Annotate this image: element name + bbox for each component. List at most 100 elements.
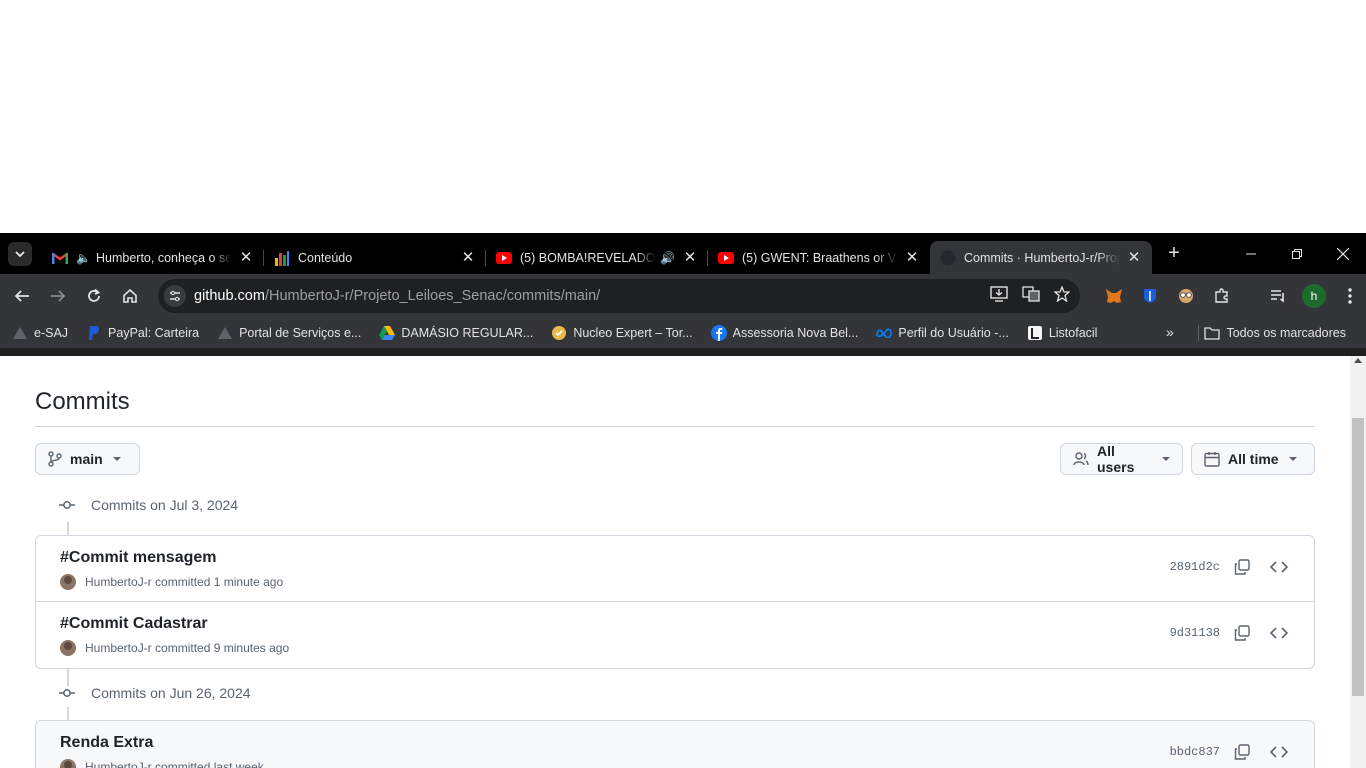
reading-list-icon[interactable]	[1260, 279, 1296, 313]
tab-github-commits[interactable]: Commits · HumbertoJ-r/Proj ✕	[930, 241, 1152, 274]
window-controls	[1228, 233, 1366, 274]
code-browse-icon[interactable]	[1269, 559, 1290, 577]
users-filter-button[interactable]: All users	[1060, 443, 1183, 475]
commit-group-heading: Commits on Jul 3, 2024	[59, 497, 238, 513]
all-bookmarks[interactable]: Todos os marcadores	[1204, 318, 1346, 348]
bookmark-damasio[interactable]: DAMÁSIO REGULAR...	[379, 325, 533, 341]
chart-bars-icon	[274, 250, 290, 266]
extension-face-icon[interactable]	[1168, 279, 1204, 313]
url-text[interactable]: github.com/HumbertoJ-r/Projeto_Leiloes_S…	[194, 288, 600, 304]
install-app-icon[interactable]	[990, 286, 1008, 306]
bookmark-nucleo[interactable]: Nucleo Expert – Tor...	[551, 325, 693, 341]
tab-youtube-2[interactable]: (5) GWENT: Braathens or Vig ✕	[708, 241, 930, 274]
reload-button[interactable]	[76, 278, 112, 314]
bookmark-perfil[interactable]: Perfil do Usuário -...	[876, 325, 1009, 341]
commit-verb: committed	[155, 760, 211, 768]
bookmarks-bar: e-SAJ PayPal: Carteira Portal de Serviço…	[0, 318, 1366, 348]
facebook-icon	[710, 325, 727, 341]
more-bookmarks-icon[interactable]: »	[1166, 324, 1174, 340]
author-link[interactable]: HumbertoJ-r	[85, 641, 152, 655]
timeline-line	[67, 522, 69, 536]
tab-strip: 🔈 Humberto, conheça o se ✕ Conteúdo ✕ (5…	[0, 233, 1366, 274]
branch-selector-button[interactable]: main	[35, 443, 140, 475]
bookmark-esaj[interactable]: e-SAJ	[12, 325, 68, 341]
new-tab-button[interactable]: +	[1160, 240, 1188, 268]
menu-kebab-icon[interactable]	[1332, 279, 1366, 313]
close-icon[interactable]: ✕	[682, 249, 698, 266]
caret-down-icon	[1288, 457, 1297, 461]
close-window-button[interactable]	[1320, 233, 1366, 274]
youtube-icon	[496, 250, 512, 266]
close-icon[interactable]: ✕	[238, 249, 254, 266]
commit-message-link[interactable]: Renda Extra	[60, 734, 153, 752]
commit-sha-link[interactable]: 9d31138	[1170, 626, 1220, 640]
commit-row[interactable]: #Commit mensagem HumbertoJ-r committed 1…	[36, 536, 1314, 602]
avatar[interactable]	[60, 574, 76, 590]
tab-title: Commits · HumbertoJ-r/Proj	[964, 250, 1120, 265]
extensions-puzzle-icon[interactable]	[1204, 279, 1240, 313]
commit-meta: HumbertoJ-r committed 9 minutes ago	[60, 640, 289, 656]
bookmark-star-icon[interactable]	[1053, 285, 1071, 306]
close-icon[interactable]: ✕	[460, 249, 476, 266]
copy-icon[interactable]	[1234, 559, 1252, 577]
avatar[interactable]	[60, 640, 76, 656]
back-button[interactable]	[4, 278, 40, 314]
tab-title: (5) GWENT: Braathens or Vig	[742, 250, 898, 265]
chevron-down-icon	[15, 250, 25, 257]
home-button[interactable]	[112, 278, 148, 314]
tab-search-button[interactable]	[8, 241, 32, 266]
commit-sha-link[interactable]: bbdc837	[1170, 745, 1220, 759]
extensions-area: h	[1096, 279, 1366, 313]
tab-conteudo[interactable]: Conteúdo ✕	[264, 241, 486, 274]
author-link[interactable]: HumbertoJ-r	[85, 760, 152, 768]
avatar[interactable]	[60, 759, 76, 768]
bookmark-label: e-SAJ	[34, 326, 69, 340]
bookmark-assessoria[interactable]: Assessoria Nova Bel...	[710, 325, 858, 341]
code-browse-icon[interactable]	[1269, 625, 1290, 643]
tab-gmail[interactable]: 🔈 Humberto, conheça o se ✕	[42, 241, 264, 274]
commit-time: 1 minute ago	[213, 575, 284, 589]
speaker-icon[interactable]: 🔊	[660, 251, 676, 265]
code-browse-icon[interactable]	[1269, 744, 1290, 762]
copy-icon[interactable]	[1234, 625, 1252, 643]
address-bar[interactable]: github.com/HumbertoJ-r/Projeto_Leiloes_S…	[158, 279, 1080, 313]
commit-row[interactable]: Renda Extra HumbertoJ-r committed last w…	[36, 721, 1314, 768]
meta-icon	[876, 325, 893, 341]
author-link[interactable]: HumbertoJ-r	[85, 575, 152, 589]
restore-button[interactable]	[1274, 233, 1320, 274]
profile-avatar[interactable]: h	[1302, 284, 1326, 308]
commit-sha-link[interactable]: 2891d2c	[1170, 560, 1220, 574]
triangle-icon	[12, 325, 28, 341]
close-icon[interactable]: ✕	[1126, 249, 1142, 266]
google-drive-icon	[379, 325, 396, 341]
youtube-icon	[718, 250, 734, 266]
bookmark-portal[interactable]: Portal de Serviços e...	[217, 325, 361, 341]
commit-list: #Commit mensagem HumbertoJ-r committed 1…	[35, 535, 1315, 669]
copy-icon[interactable]	[1234, 744, 1252, 762]
browser-toolbar: github.com/HumbertoJ-r/Projeto_Leiloes_S…	[0, 274, 1366, 318]
minimize-button[interactable]	[1228, 233, 1274, 274]
toolbar-shadow	[0, 348, 1366, 356]
scroll-up-arrow-icon[interactable]	[1354, 358, 1362, 363]
commit-row[interactable]: #Commit Cadastrar HumbertoJ-r committed …	[36, 602, 1314, 668]
time-filter-label: All time	[1228, 451, 1279, 467]
close-icon[interactable]: ✕	[904, 249, 920, 266]
commit-verb: committed	[155, 575, 211, 589]
translate-icon[interactable]	[1022, 286, 1040, 306]
commit-verb: committed	[155, 641, 211, 655]
time-filter-button[interactable]: All time	[1191, 443, 1315, 475]
commit-message-link[interactable]: #Commit mensagem	[60, 549, 217, 567]
metamask-icon[interactable]	[1096, 279, 1132, 313]
bookmark-paypal[interactable]: PayPal: Carteira	[86, 325, 199, 341]
group-date: Commits on Jul 3, 2024	[91, 497, 239, 513]
commit-message-link[interactable]: #Commit Cadastrar	[60, 615, 208, 633]
page-scrollbar[interactable]	[1350, 356, 1366, 768]
omnibox-actions	[990, 279, 1071, 313]
bitwarden-icon[interactable]	[1132, 279, 1168, 313]
site-info-icon[interactable]	[164, 285, 186, 307]
bookmark-listofacil[interactable]: Listofacil	[1027, 325, 1097, 341]
scroll-thumb[interactable]	[1352, 418, 1364, 696]
people-icon	[1073, 452, 1089, 466]
tab-youtube-1[interactable]: (5) BOMBA!REVELADO H 🔊 ✕	[486, 241, 708, 274]
forward-button[interactable]	[40, 278, 76, 314]
